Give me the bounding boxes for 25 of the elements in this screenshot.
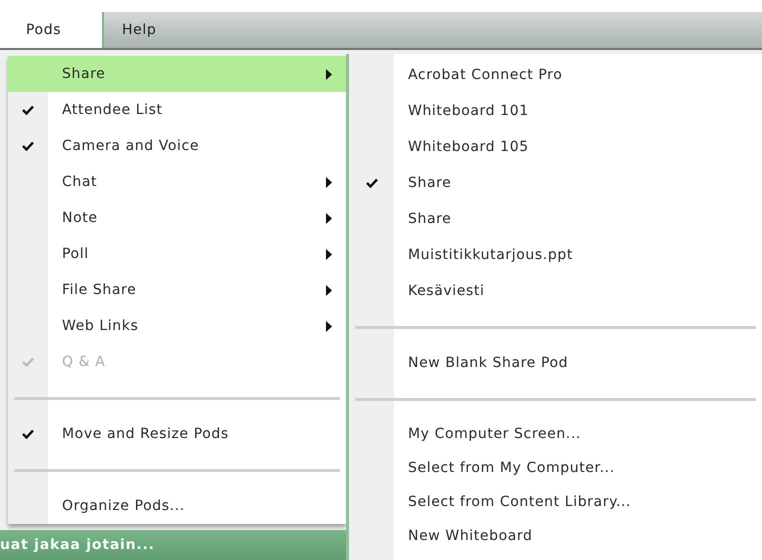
submenu-item[interactable]: New Whiteboard [349, 519, 762, 553]
status-text: uat jakaa jotain... [0, 537, 155, 553]
submenu-item[interactable]: Select from My Computer... [349, 451, 762, 485]
menu-bar-item[interactable]: Help [104, 12, 194, 48]
submenu-item[interactable]: My Computer Screen... [349, 417, 762, 451]
menu-bar-item[interactable]: Pods [0, 12, 104, 48]
menu-item[interactable]: Move and Resize Pods [8, 416, 346, 452]
submenu-item[interactable]: Muistitikkutarjous.ppt [349, 237, 762, 273]
submenu-item[interactable]: Whiteboard 101 [349, 93, 762, 129]
menu-item[interactable]: Attendee List [8, 92, 346, 128]
menu-item[interactable]: File Share [8, 272, 346, 308]
submenu-item[interactable]: Share [349, 201, 762, 237]
submenu-item[interactable]: Select from Content Library... [349, 485, 762, 519]
menu-item[interactable]: Share [8, 56, 346, 92]
menu-item[interactable]: Organize Pods... [8, 488, 346, 524]
submenu-item[interactable]: New Blank Share Pod [349, 345, 762, 381]
submenu-item[interactable]: Share [349, 165, 762, 201]
menu-item[interactable]: Poll [8, 236, 346, 272]
menu-item[interactable]: Chat [8, 164, 346, 200]
menu-item[interactable]: Note [8, 200, 346, 236]
menu-item[interactable]: Web Links [8, 308, 346, 344]
submenu-item[interactable]: Whiteboard 105 [349, 129, 762, 165]
menu-item[interactable]: Camera and Voice [8, 128, 346, 164]
submenu-item[interactable]: Kesäviesti [349, 273, 762, 309]
submenu-item[interactable]: Acrobat Connect Pro [349, 57, 762, 93]
